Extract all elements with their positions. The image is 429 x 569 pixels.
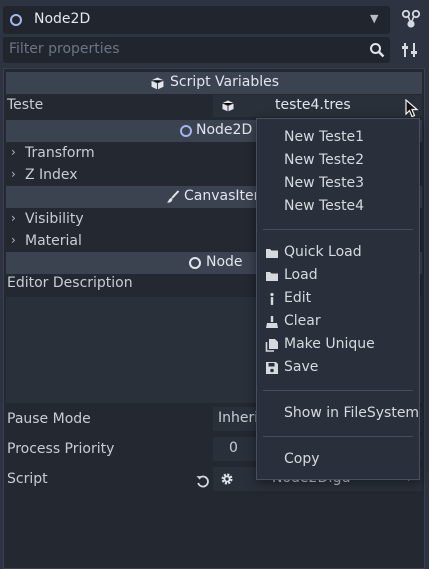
node2d-icon	[180, 125, 192, 137]
menu-item-clear[interactable]: Clear	[257, 311, 419, 333]
save-icon	[266, 362, 278, 374]
menu-item-quick-load[interactable]: Quick Load	[257, 242, 419, 264]
menu-item-new-teste4[interactable]: New Teste4	[257, 196, 419, 218]
menu-item-label: Clear	[284, 313, 321, 329]
teste-resource-picker[interactable]: teste4.tres	[213, 95, 422, 117]
zindex-label: Z Index	[25, 167, 78, 183]
search-icon	[370, 43, 385, 58]
menu-item-label: Edit	[284, 290, 312, 306]
tools-icon[interactable]	[401, 41, 419, 59]
edit-icon	[270, 292, 274, 305]
menu-item-save[interactable]: Save	[257, 357, 419, 379]
folder-icon	[266, 272, 278, 281]
material-group[interactable]: › Material	[6, 231, 256, 253]
chevron-right-icon: ›	[11, 167, 16, 181]
transform-group[interactable]: › Transform	[6, 143, 256, 165]
process-priority-value: 0	[229, 440, 238, 456]
chevron-right-icon: ›	[11, 233, 16, 247]
menu-item-load[interactable]: Load	[257, 265, 419, 287]
node-tree-icon[interactable]	[400, 10, 422, 30]
canvasitem-section-label: CanvasItem	[184, 188, 268, 204]
menu-item-new-teste1[interactable]: New Teste1	[257, 127, 419, 149]
menu-item-label: Make Unique	[284, 336, 375, 352]
node-section-label: Node	[206, 254, 243, 270]
menu-item-copy[interactable]: Copy	[257, 449, 419, 471]
menu-item-label: Save	[284, 359, 319, 375]
script-variables-label: Script Variables	[170, 74, 280, 90]
resource-context-menu: New Teste1 New Teste2 New Teste3 New Tes…	[256, 118, 420, 480]
chevron-right-icon: ›	[11, 145, 16, 159]
zindex-group[interactable]: › Z Index	[6, 165, 256, 187]
transform-label: Transform	[25, 145, 95, 161]
mouse-cursor-icon	[405, 99, 419, 118]
chevron-down-icon: ▼	[370, 12, 379, 25]
filter-properties-input[interactable]: Filter properties	[3, 37, 390, 63]
editor-description-label: Editor Description	[7, 275, 133, 291]
visibility-label: Visibility	[25, 211, 84, 227]
gear-icon	[221, 473, 233, 485]
cube-icon	[222, 100, 234, 112]
menu-item-label: New Teste2	[284, 152, 365, 168]
teste-label: Teste	[7, 97, 44, 113]
node2d-section-label: Node2D	[196, 122, 253, 138]
menu-item-make-unique[interactable]: Make Unique	[257, 334, 419, 356]
menu-item-label: Copy	[284, 451, 320, 467]
filter-placeholder: Filter properties	[9, 41, 120, 57]
menu-item-new-teste2[interactable]: New Teste2	[257, 150, 419, 172]
menu-item-label: New Teste3	[284, 175, 365, 191]
visibility-group[interactable]: › Visibility	[6, 209, 256, 231]
duplicate-icon	[265, 339, 278, 352]
script-label: Script	[7, 471, 48, 487]
folder-icon	[266, 249, 278, 258]
menu-separator	[263, 390, 413, 391]
menu-item-label: Quick Load	[284, 244, 362, 260]
clear-icon	[266, 316, 278, 328]
revert-icon[interactable]	[196, 474, 210, 488]
menu-item-new-teste3[interactable]: New Teste3	[257, 173, 419, 195]
menu-item-label: Show in FileSystem	[284, 405, 420, 421]
menu-item-label: New Teste4	[284, 198, 365, 214]
teste-value: teste4.tres	[275, 97, 351, 113]
material-label: Material	[25, 233, 82, 249]
menu-item-edit[interactable]: Edit	[257, 288, 419, 310]
menu-item-show-in-filesystem[interactable]: Show in FileSystem	[257, 403, 419, 425]
menu-item-label: Load	[284, 267, 318, 283]
process-priority-label: Process Priority	[7, 441, 115, 457]
menu-separator	[263, 436, 413, 437]
pause-mode-label: Pause Mode	[7, 411, 91, 427]
node-icon	[189, 257, 201, 269]
script-variables-header[interactable]: Script Variables	[6, 72, 422, 94]
cube-icon	[151, 77, 164, 90]
brush-icon	[167, 190, 180, 203]
menu-item-label: New Teste1	[284, 129, 365, 145]
node-selector[interactable]: Node2D ▼	[3, 6, 390, 34]
chevron-right-icon: ›	[11, 211, 16, 225]
node2d-icon	[10, 14, 22, 26]
menu-separator	[263, 229, 413, 230]
node-name: Node2D	[34, 11, 91, 27]
